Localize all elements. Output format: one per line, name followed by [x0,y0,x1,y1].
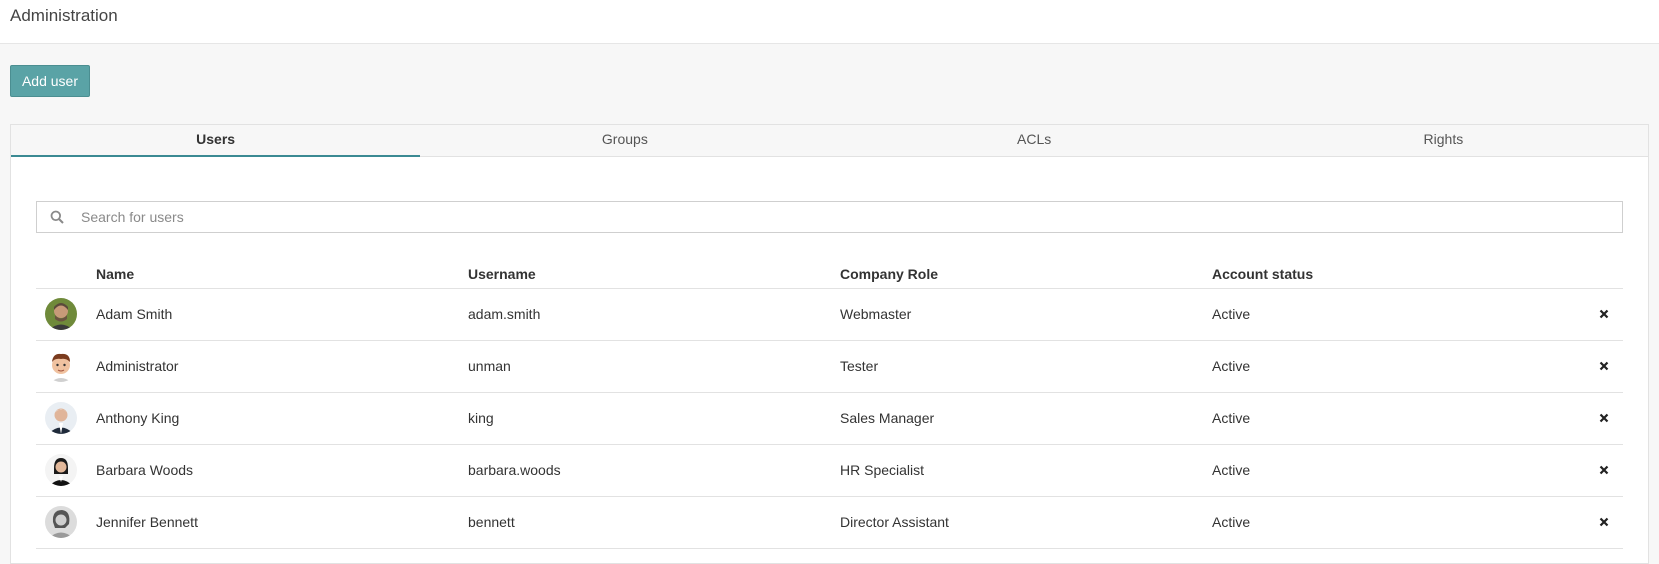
avatar [45,402,77,434]
column-header-username[interactable]: Username [468,253,840,289]
column-header-status[interactable]: Account status [1212,253,1584,289]
user-role: HR Specialist [840,444,1212,497]
user-role: Director Assistant [840,496,1212,549]
tab-bar: Users Groups ACLs Rights [11,125,1648,157]
tab-groups[interactable]: Groups [420,125,830,157]
user-username: adam.smith [468,288,840,341]
user-name: Barbara Woods [96,444,468,497]
table-header-row: Name Username Company Role Account statu… [36,253,1623,289]
search-box [36,201,1623,233]
user-status: Active [1212,288,1584,341]
user-username: unman [468,340,840,393]
admin-panel: Users Groups ACLs Rights Name Username C… [10,124,1649,564]
avatar [45,350,77,382]
avatar-cell [36,496,96,549]
avatar-cell [36,444,96,497]
close-icon[interactable] [1599,517,1609,527]
close-icon[interactable] [1599,309,1609,319]
close-icon[interactable] [1599,361,1609,371]
user-name: Jennifer Bennett [96,496,468,549]
avatar-cell [36,288,96,341]
column-header-role[interactable]: Company Role [840,253,1212,289]
search-icon [37,210,77,224]
action-cell [1584,340,1623,393]
avatar-column-header [36,253,96,289]
column-header-actions [1584,253,1623,289]
user-username: bennett [468,496,840,549]
tab-users[interactable]: Users [11,125,421,157]
action-cell [1584,444,1623,497]
action-cell [1584,496,1623,549]
column-header-name[interactable]: Name [96,253,468,289]
tab-acls[interactable]: ACLs [829,125,1239,157]
user-role: Sales Manager [840,392,1212,445]
users-table: Name Username Company Role Account statu… [36,253,1623,549]
user-name: Anthony King [96,392,468,445]
user-username: king [468,392,840,445]
user-status: Active [1212,340,1584,393]
table-row[interactable]: Adam Smith adam.smith Webmaster Active [36,288,1623,341]
user-role: Webmaster [840,288,1212,341]
top-bar: Administration [0,0,1659,44]
table-row[interactable]: Anthony King king Sales Manager Active [36,392,1623,445]
table-row[interactable]: Jennifer Bennett bennett Director Assist… [36,496,1623,549]
table-row[interactable]: Administrator unman Tester Active [36,340,1623,393]
avatar-cell [36,340,96,393]
tab-rights[interactable]: Rights [1238,125,1648,157]
page-title: Administration [10,6,118,25]
add-user-button[interactable]: Add user [10,65,90,97]
user-status: Active [1212,392,1584,445]
avatar [45,506,77,538]
avatar [45,298,77,330]
user-name: Administrator [96,340,468,393]
avatar-cell [36,392,96,445]
user-username: barbara.woods [468,444,840,497]
avatar [45,454,77,486]
action-bar: Add user [0,44,1659,104]
table-row[interactable]: Barbara Woods barbara.woods HR Specialis… [36,444,1623,497]
close-icon[interactable] [1599,413,1609,423]
user-role: Tester [840,340,1212,393]
user-name: Adam Smith [96,288,468,341]
action-cell [1584,392,1623,445]
search-input[interactable] [77,209,1622,225]
close-icon[interactable] [1599,465,1609,475]
user-status: Active [1212,496,1584,549]
action-cell [1584,288,1623,341]
user-status: Active [1212,444,1584,497]
